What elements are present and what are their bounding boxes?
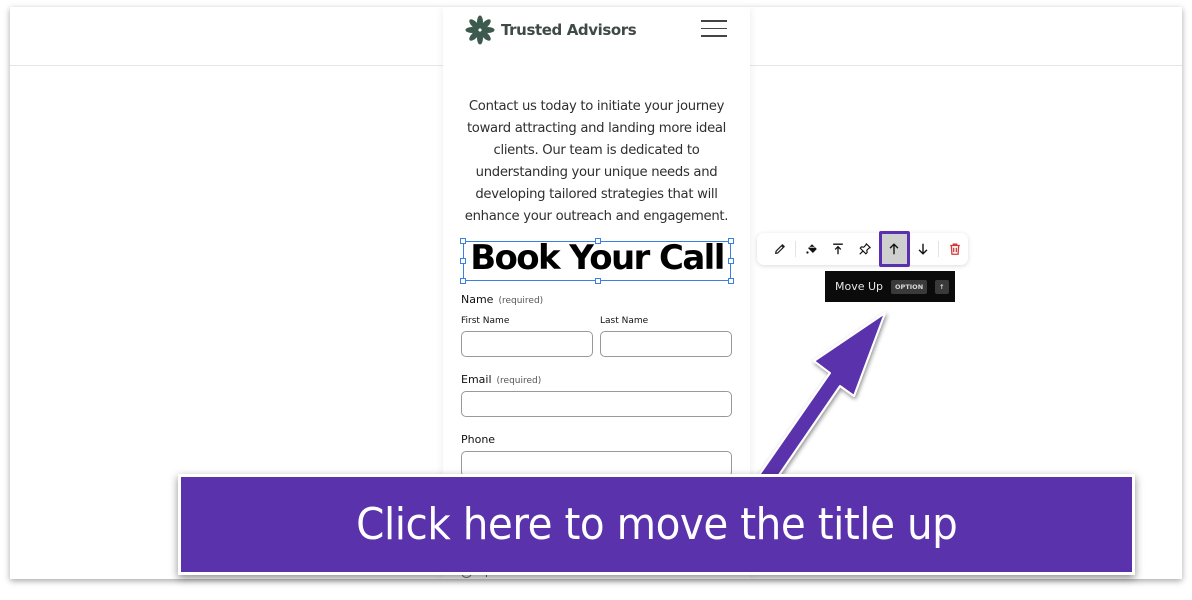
last-name-label: Last Name (600, 316, 649, 326)
toolbar-divider (794, 241, 796, 257)
name-label-text: Name (461, 293, 494, 306)
move-up-button[interactable] (878, 231, 910, 267)
last-name-input[interactable] (600, 331, 732, 357)
phone-label: Phone (461, 433, 496, 446)
pin-button[interactable] (852, 235, 878, 263)
edit-button[interactable] (767, 235, 793, 263)
pin-icon (859, 243, 871, 255)
resize-handle-br[interactable] (728, 278, 734, 284)
required-tag: (required) (496, 376, 542, 386)
delete-button[interactable] (942, 235, 968, 263)
trash-icon (950, 243, 960, 255)
email-label-text: Email (461, 373, 492, 386)
resize-handle-tl[interactable] (460, 238, 466, 244)
paint-bucket-icon (805, 244, 817, 254)
page-title[interactable]: Book Your Call (464, 238, 730, 278)
option-key-badge: OPTION (891, 279, 928, 294)
tooltip-label: Move Up (835, 280, 884, 293)
required-tag: (required) (498, 296, 544, 306)
first-name-input[interactable] (461, 331, 593, 357)
arrow-up-icon (889, 243, 899, 255)
brand-name: Trusted Advisors (501, 21, 637, 39)
resize-handle-ml[interactable] (460, 258, 466, 264)
resize-handle-tr[interactable] (728, 238, 734, 244)
resize-handle-bl[interactable] (460, 278, 466, 284)
toolbar-divider (938, 241, 940, 257)
annotation-banner: Click here to move the title up (178, 474, 1135, 575)
style-button[interactable] (799, 235, 825, 263)
move-up-tooltip: Move Up OPTION ↑ (825, 271, 955, 302)
banner-text: Click here to move the title up (355, 499, 958, 550)
resize-handle-tm[interactable] (595, 238, 601, 244)
site-logo[interactable]: Trusted Advisors (465, 15, 637, 45)
block-toolbar (757, 231, 968, 267)
pencil-icon (774, 244, 785, 254)
move-to-top-button[interactable] (825, 235, 851, 263)
asterisk-flower-icon (465, 15, 495, 45)
arrow-key-badge: ↑ (935, 279, 949, 294)
intro-paragraph: Contact us today to initiate your journe… (464, 99, 729, 224)
resize-handle-mr[interactable] (728, 258, 734, 264)
selected-title-block[interactable]: Book Your Call (460, 238, 734, 284)
email-label: Email (required) (461, 373, 541, 386)
arrow-down-icon (919, 243, 928, 255)
first-name-label: First Name (461, 316, 510, 326)
name-label: Name (required) (461, 293, 543, 306)
hamburger-menu-icon[interactable] (701, 20, 727, 38)
email-input[interactable] (461, 391, 732, 417)
arrow-to-top-icon (833, 243, 844, 255)
move-down-button[interactable] (911, 235, 937, 263)
resize-handle-bm[interactable] (595, 278, 601, 284)
